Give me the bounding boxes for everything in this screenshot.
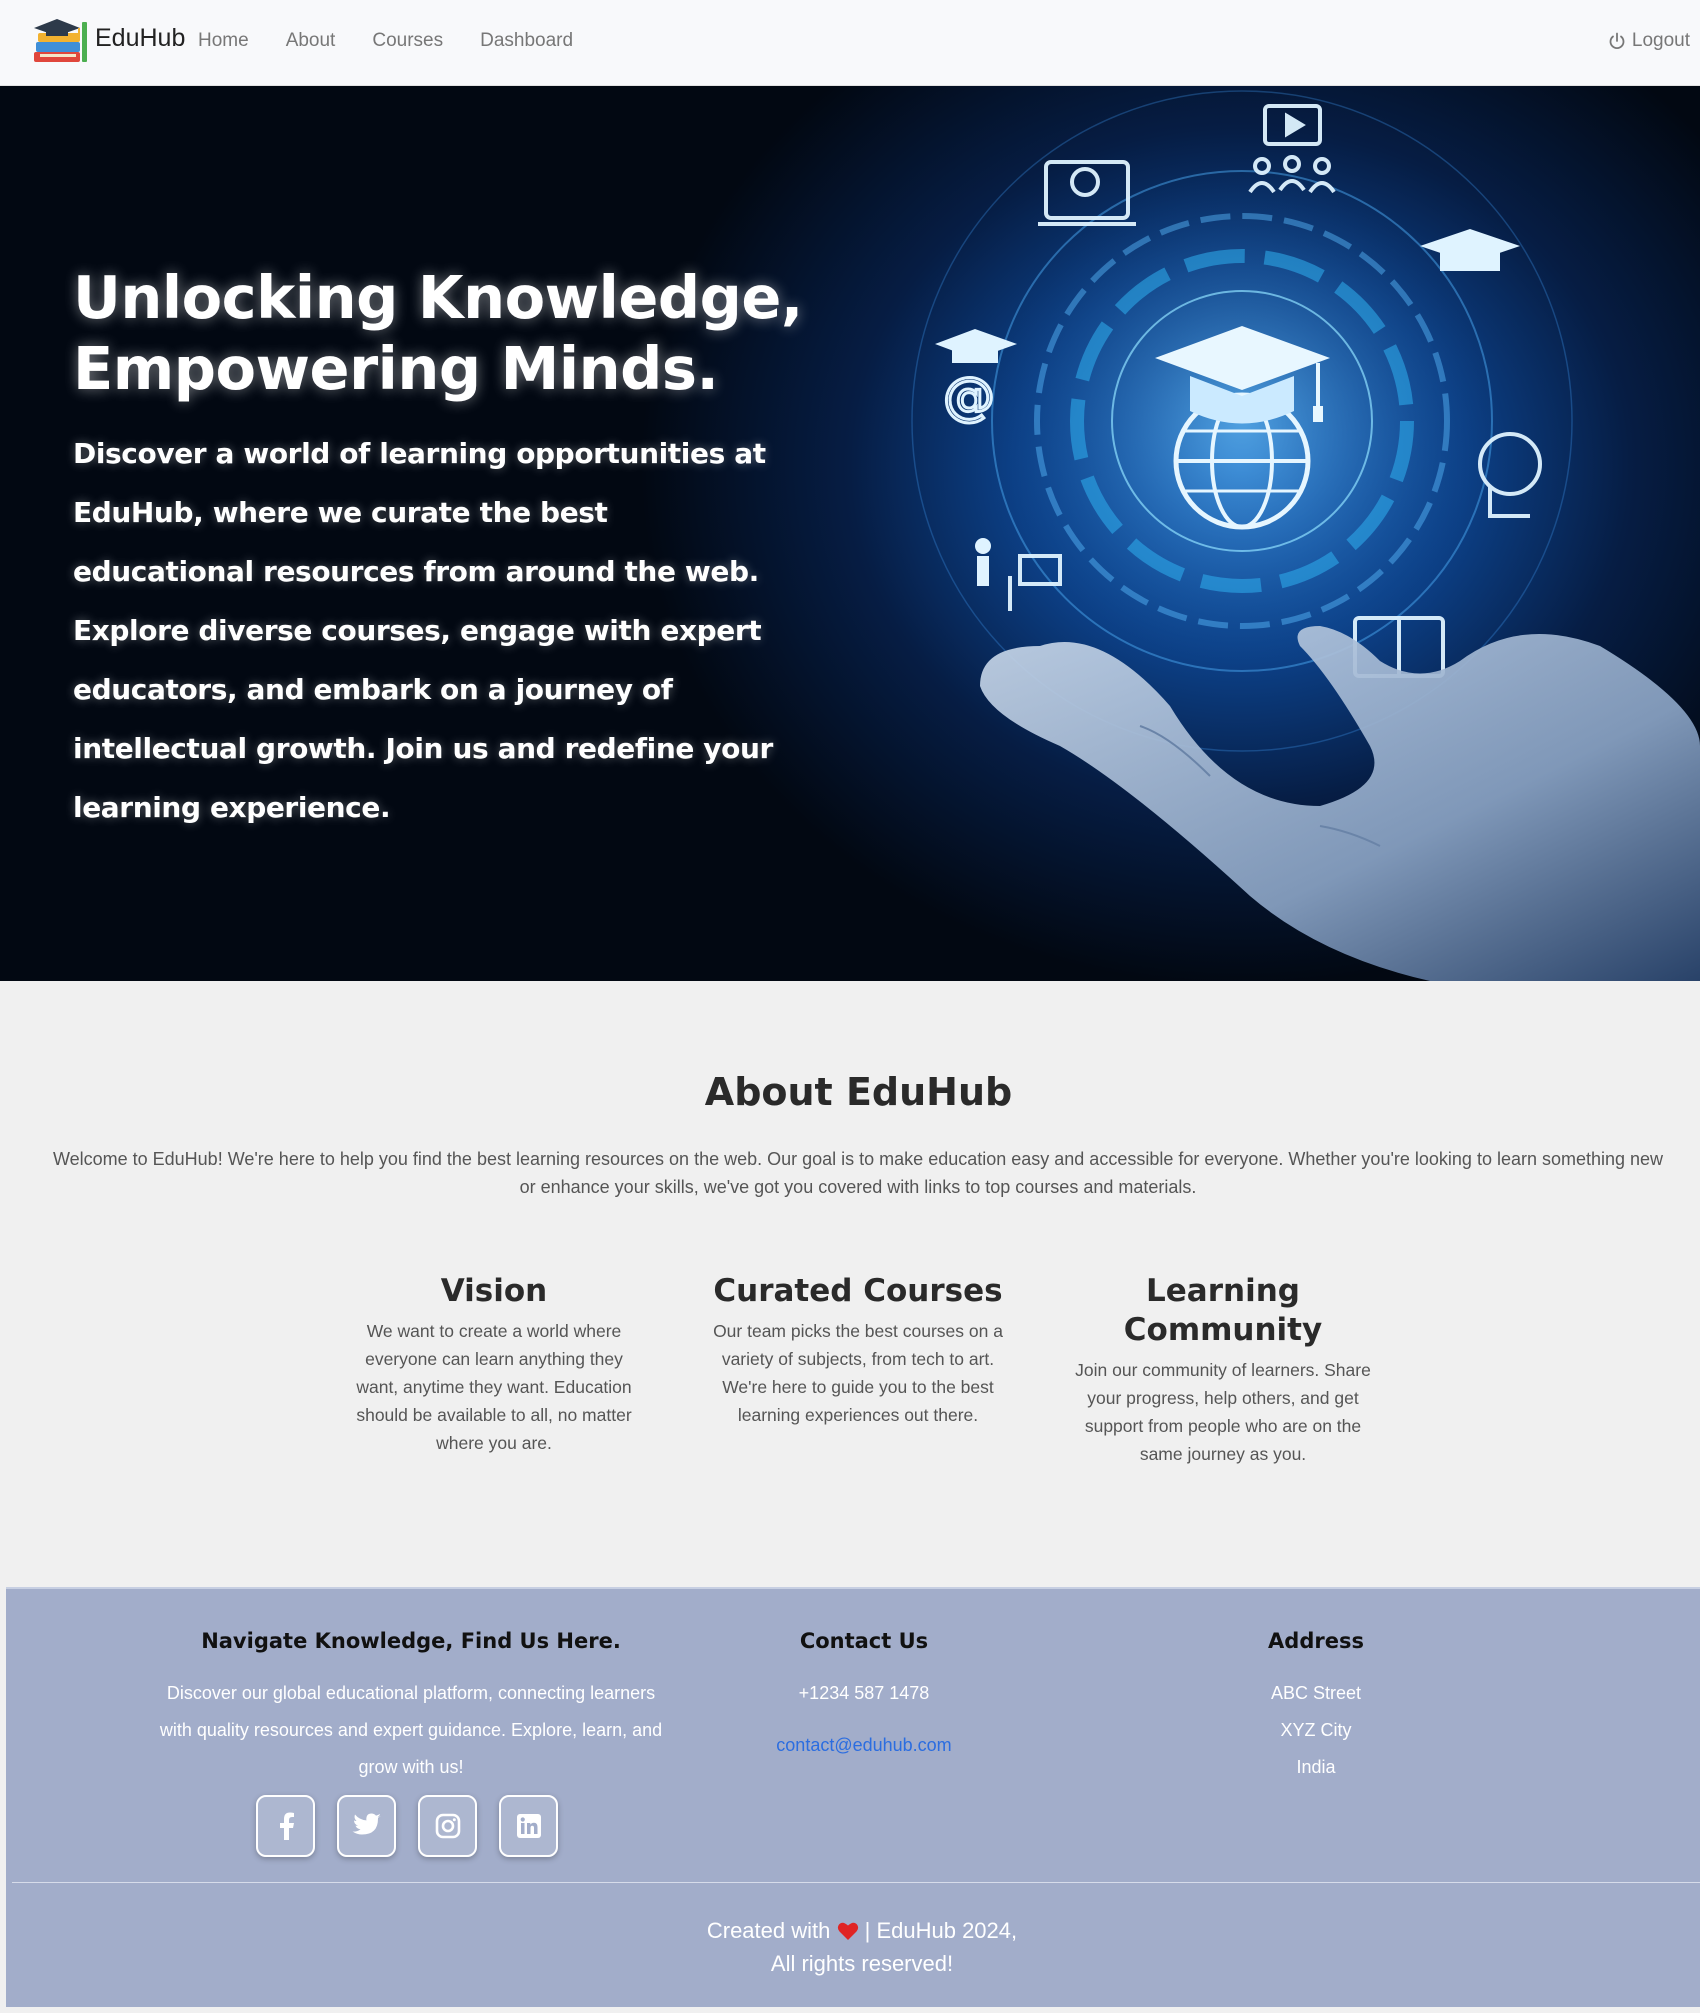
hero-title: Unlocking Knowledge, Empowering Minds. [73, 263, 803, 403]
logout-button[interactable]: Logout [1608, 30, 1690, 52]
footer-phone: +1234 587 1478 [798, 1683, 930, 1703]
twitter-icon [352, 1813, 381, 1835]
footer-contact-column: Contact Us +1234 587 1478 contact@eduhub… [714, 1629, 1014, 1756]
copyright-brand-year: | EduHub 2024, [864, 1918, 1018, 1943]
address-line-city: XYZ City [1280, 1720, 1352, 1740]
top-navbar: EduHub Home About Courses Dashboard Logo… [0, 0, 1700, 86]
learning-community-title: Learning Community [1123, 1273, 1323, 1348]
about-description: Welcome to EduHub! We're here to help yo… [52, 1149, 1664, 1197]
footer-address-column: Address ABC Street XYZ City India [1166, 1629, 1466, 1786]
footer: Navigate Knowledge, Find Us Here. Discov… [6, 1587, 1700, 2007]
nav-link-courses[interactable]: Courses [372, 30, 443, 52]
instagram-icon [435, 1813, 460, 1839]
learning-community-column: Learning Community Join our community of… [1073, 1272, 1373, 1468]
footer-copyright: Created with | EduHub 2024, All rights r… [6, 1914, 1700, 1980]
linkedin-icon [516, 1814, 541, 1838]
nav-link-about[interactable]: About [286, 30, 336, 52]
vision-column: Vision We want to create a world where e… [344, 1272, 644, 1457]
curated-courses-title: Curated Courses [713, 1273, 1003, 1309]
address-line-street: ABC Street [1270, 1683, 1362, 1703]
svg-text:@: @ [943, 367, 995, 427]
footer-contact-title: Contact Us [799, 1629, 929, 1653]
facebook-icon [279, 1812, 294, 1840]
nav-link-home[interactable]: Home [198, 30, 249, 52]
nav-link-dashboard[interactable]: Dashboard [480, 30, 573, 52]
footer-email-link[interactable]: contact@eduhub.com [714, 1735, 1014, 1756]
nav-links: Home About Courses Dashboard [198, 30, 573, 52]
hero-description: Discover a world of learning opportuniti… [73, 437, 773, 824]
curated-courses-column: Curated Courses Our team picks the best … [708, 1272, 1008, 1429]
curated-courses-text: Our team picks the best courses on a var… [713, 1321, 1003, 1425]
vision-title: Vision [440, 1273, 548, 1309]
copyright-line-1: Created with | EduHub 2024, [6, 1914, 1700, 1947]
logout-label: Logout [1631, 30, 1690, 51]
footer-address-title: Address [1268, 1629, 1364, 1653]
footer-about-text: Discover our global educational platform… [159, 1683, 663, 1777]
linkedin-button[interactable] [499, 1795, 558, 1857]
about-title: About EduHub [704, 1070, 1013, 1114]
address-line-country: India [1296, 1757, 1336, 1777]
heart-icon [837, 1922, 858, 1940]
power-icon [1609, 32, 1625, 50]
footer-about-title: Navigate Knowledge, Find Us Here. [201, 1629, 621, 1653]
learning-community-text: Join our community of learners. Share yo… [1075, 1360, 1371, 1464]
twitter-button[interactable] [337, 1795, 396, 1857]
copyright-created-with: Created with [706, 1918, 831, 1943]
instagram-button[interactable] [418, 1795, 477, 1857]
footer-divider [12, 1882, 1700, 1883]
facebook-button[interactable] [256, 1795, 315, 1857]
brand-name[interactable]: EduHub [95, 24, 185, 53]
logo-icon[interactable] [30, 16, 88, 68]
vision-text: We want to create a world where everyone… [356, 1321, 632, 1453]
footer-about-column: Navigate Knowledge, Find Us Here. Discov… [156, 1629, 666, 1786]
copyright-line-2: All rights reserved! [770, 1951, 954, 1976]
hero-banner: @ Unlocking Knowledge, Empowering Minds.… [0, 86, 1700, 981]
social-links [256, 1795, 558, 1857]
